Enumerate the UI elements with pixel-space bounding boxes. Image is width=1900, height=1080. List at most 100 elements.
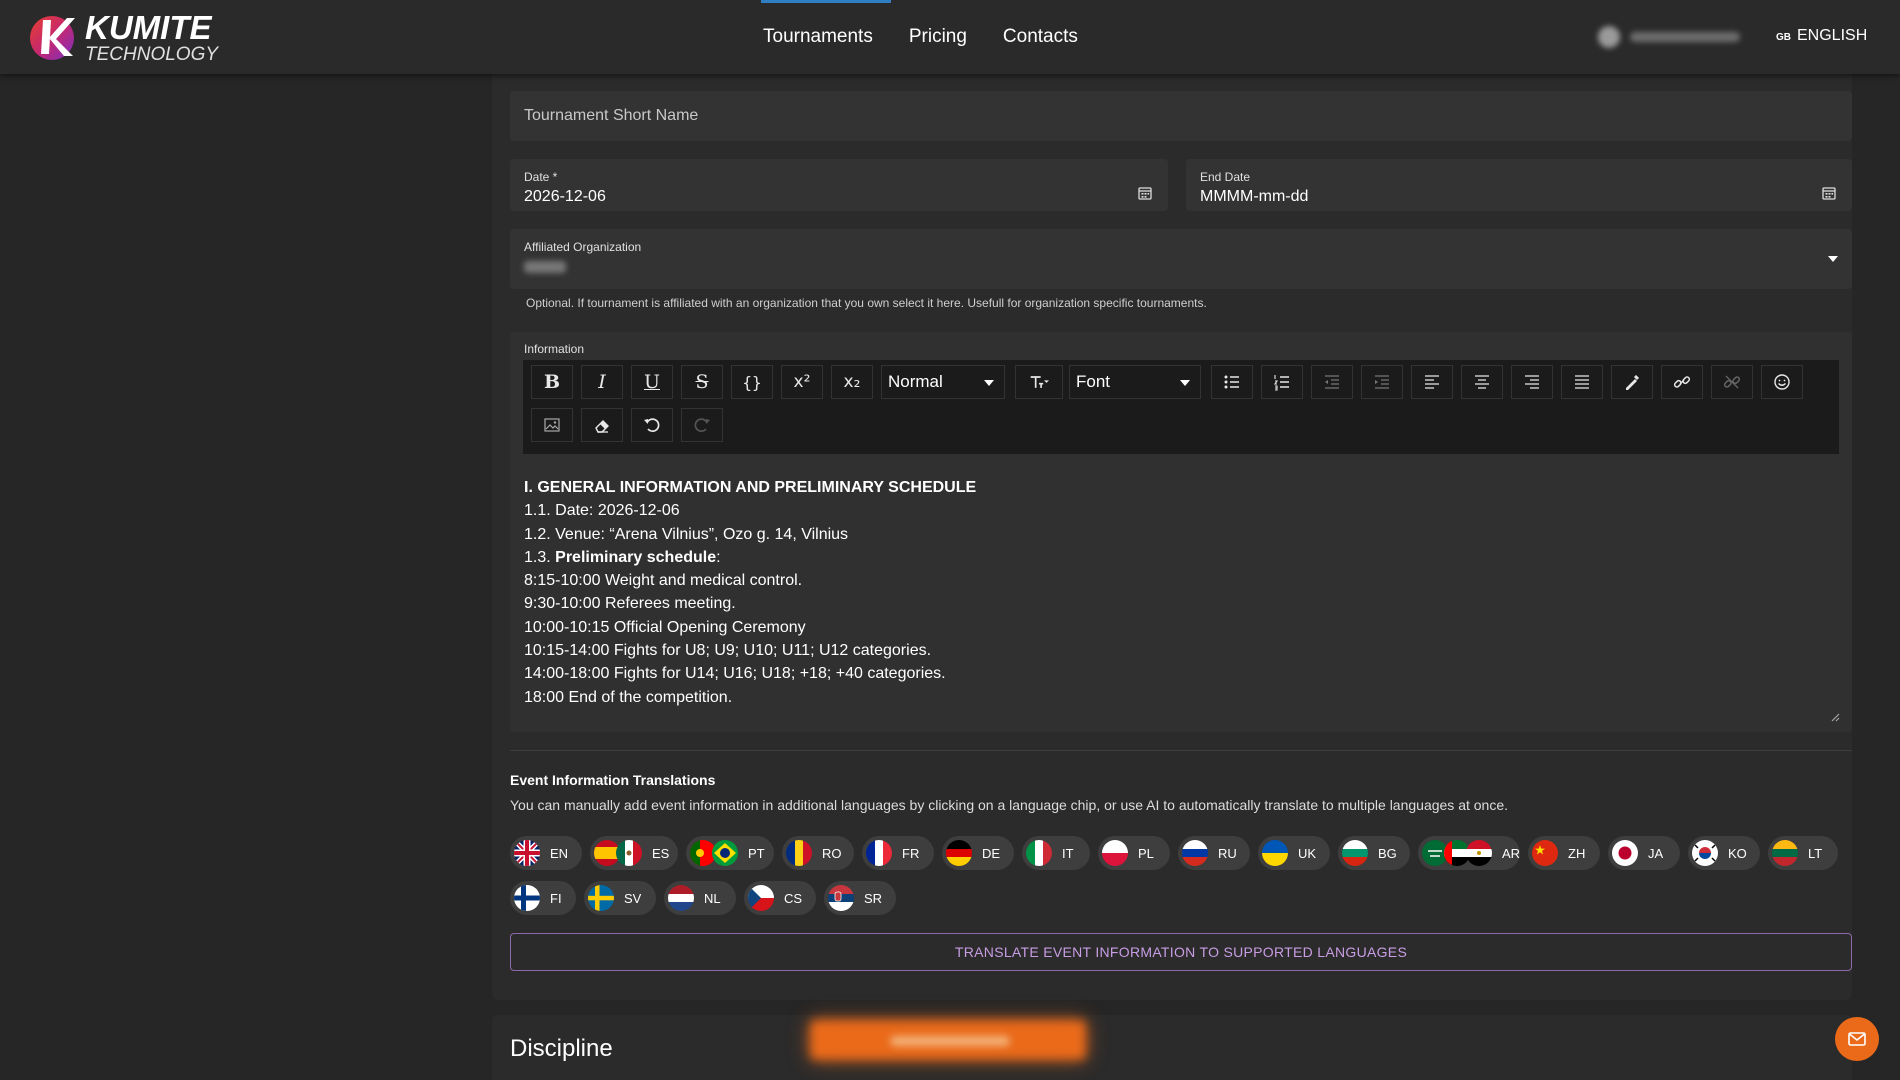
language-chip-label: ZH — [1568, 845, 1586, 861]
contact-mail-button[interactable] — [1835, 1017, 1879, 1061]
language-chip-uk[interactable]: UK — [1258, 836, 1330, 870]
align-center-icon — [1475, 375, 1489, 389]
nav-tournaments[interactable]: Tournaments — [745, 0, 891, 74]
align-right-icon — [1525, 375, 1539, 389]
flag-ro-icon — [786, 840, 812, 866]
language-chip-label: JA — [1648, 845, 1664, 861]
affiliated-organization-select[interactable]: Affiliated Organization — [510, 229, 1852, 289]
link-button[interactable] — [1661, 365, 1703, 399]
outdent-button[interactable] — [1311, 365, 1353, 399]
indent-button[interactable] — [1361, 365, 1403, 399]
language-chip-label: KO — [1728, 845, 1747, 861]
language-chip-ja[interactable]: JA — [1608, 836, 1680, 870]
code-icon: {} — [742, 372, 762, 392]
nav-contacts[interactable]: Contacts — [985, 0, 1096, 74]
chevron-down-icon — [1180, 380, 1190, 386]
language-chip-lt[interactable]: LT — [1768, 836, 1838, 870]
font-family-select[interactable]: Font — [1069, 365, 1201, 399]
align-center-button[interactable] — [1461, 365, 1503, 399]
language-chip-nl[interactable]: NL — [664, 881, 736, 915]
emoji-button[interactable] — [1761, 365, 1803, 399]
language-chip-ro[interactable]: RO — [782, 836, 854, 870]
code-button[interactable]: {} — [731, 365, 773, 399]
image-button[interactable] — [531, 408, 573, 442]
redo-button[interactable] — [681, 408, 723, 442]
language-chip-ko[interactable]: KO — [1688, 836, 1760, 870]
date-field[interactable]: Date * 2026-12-06 — [510, 159, 1168, 211]
language-chip-zh[interactable]: ZH — [1528, 836, 1600, 870]
language-selector[interactable]: GB ENGLISH — [1776, 27, 1867, 45]
underline-button[interactable]: U — [631, 365, 673, 399]
unlink-button[interactable] — [1711, 365, 1753, 399]
language-chip-cs[interactable]: CS — [744, 881, 816, 915]
subscript-button[interactable]: x₂ — [831, 365, 873, 399]
language-chip-it[interactable]: IT — [1022, 836, 1090, 870]
language-chip-label: NL — [704, 890, 721, 906]
floating-action-label-redacted — [890, 1036, 1010, 1046]
strikethrough-button[interactable]: S — [681, 365, 723, 399]
chevron-down-icon — [1828, 256, 1838, 262]
language-chip-ru[interactable]: RU — [1178, 836, 1250, 870]
language-chip-de[interactable]: DE — [942, 836, 1014, 870]
font-size-icon — [1030, 376, 1049, 388]
end-date-field[interactable]: End Date MMMM-mm-dd — [1186, 159, 1852, 211]
date-value: 2026-12-06 — [524, 188, 606, 205]
discipline-card: Discipline — [492, 1015, 1852, 1080]
resize-handle-icon[interactable] — [1830, 712, 1840, 722]
bullet-list-button[interactable] — [1211, 365, 1253, 399]
language-chip-pt[interactable]: PT — [686, 836, 774, 870]
org-label: Affiliated Organization — [524, 240, 642, 254]
short-name-field[interactable]: Tournament Short Name — [510, 91, 1852, 141]
information-label: Information — [524, 342, 585, 356]
font-size-button[interactable] — [1015, 365, 1063, 399]
language-chip-sr[interactable]: SR — [824, 881, 896, 915]
translations-title: Event Information Translations — [510, 772, 716, 788]
content-line: 10:15-14:00 Fights for U8; U9; U10; U11;… — [524, 642, 932, 660]
language-chip-pl[interactable]: PL — [1098, 836, 1170, 870]
flag-cz-icon — [748, 885, 774, 911]
language-chip-en[interactable]: EN — [510, 836, 582, 870]
language-chip-fi[interactable]: FI — [510, 881, 576, 915]
language-chip-label: RU — [1218, 845, 1237, 861]
block-format-select[interactable]: Normal — [881, 365, 1005, 399]
language-chip-label: UK — [1298, 845, 1317, 861]
flag-de-icon — [946, 840, 972, 866]
language-chip-ar[interactable]: AR — [1418, 836, 1520, 870]
smiley-icon — [1774, 374, 1790, 390]
language-chip-sv[interactable]: SV — [584, 881, 656, 915]
language-chip-label: SV — [624, 890, 642, 906]
nav-pricing[interactable]: Pricing — [891, 0, 985, 74]
color-picker-button[interactable] — [1611, 365, 1653, 399]
italic-button[interactable]: I — [581, 365, 623, 399]
language-chip-fr[interactable]: FR — [862, 836, 934, 870]
align-left-button[interactable] — [1411, 365, 1453, 399]
superscript-button[interactable]: x² — [781, 365, 823, 399]
strikethrough-icon: S — [695, 371, 709, 393]
language-chip-es[interactable]: ES — [590, 836, 678, 870]
numbered-list-button[interactable] — [1261, 365, 1303, 399]
language-chip-bg[interactable]: BG — [1338, 836, 1410, 870]
calendar-icon[interactable] — [1138, 186, 1152, 200]
logo[interactable]: KUMITE TECHNOLOGY — [27, 10, 218, 64]
clear-format-button[interactable] — [581, 408, 623, 442]
image-icon — [544, 418, 560, 432]
underline-icon: U — [643, 371, 660, 393]
outdent-icon — [1325, 375, 1339, 389]
editor-content[interactable]: I. GENERAL INFORMATION AND PRELIMINARY S… — [524, 476, 976, 709]
flag-jp-icon — [1612, 840, 1638, 866]
flag-rs-icon — [828, 885, 854, 911]
flag-mx-icon — [616, 840, 642, 866]
align-justify-icon — [1575, 375, 1589, 389]
align-justify-button[interactable] — [1561, 365, 1603, 399]
align-right-button[interactable] — [1511, 365, 1553, 399]
undo-button[interactable] — [631, 408, 673, 442]
language-chip-label: PT — [748, 845, 765, 861]
bold-button[interactable]: B — [531, 365, 573, 399]
mail-icon — [1848, 1032, 1866, 1046]
calendar-icon[interactable] — [1822, 186, 1836, 200]
translate-all-button[interactable]: TRANSLATE EVENT INFORMATION TO SUPPORTED… — [510, 933, 1852, 971]
content-line: 8:15-10:00 Weight and medical control. — [524, 572, 803, 590]
user-menu[interactable] — [1598, 26, 1758, 48]
block-format-value: Normal — [888, 372, 943, 391]
language-label: ENGLISH — [1797, 27, 1868, 44]
